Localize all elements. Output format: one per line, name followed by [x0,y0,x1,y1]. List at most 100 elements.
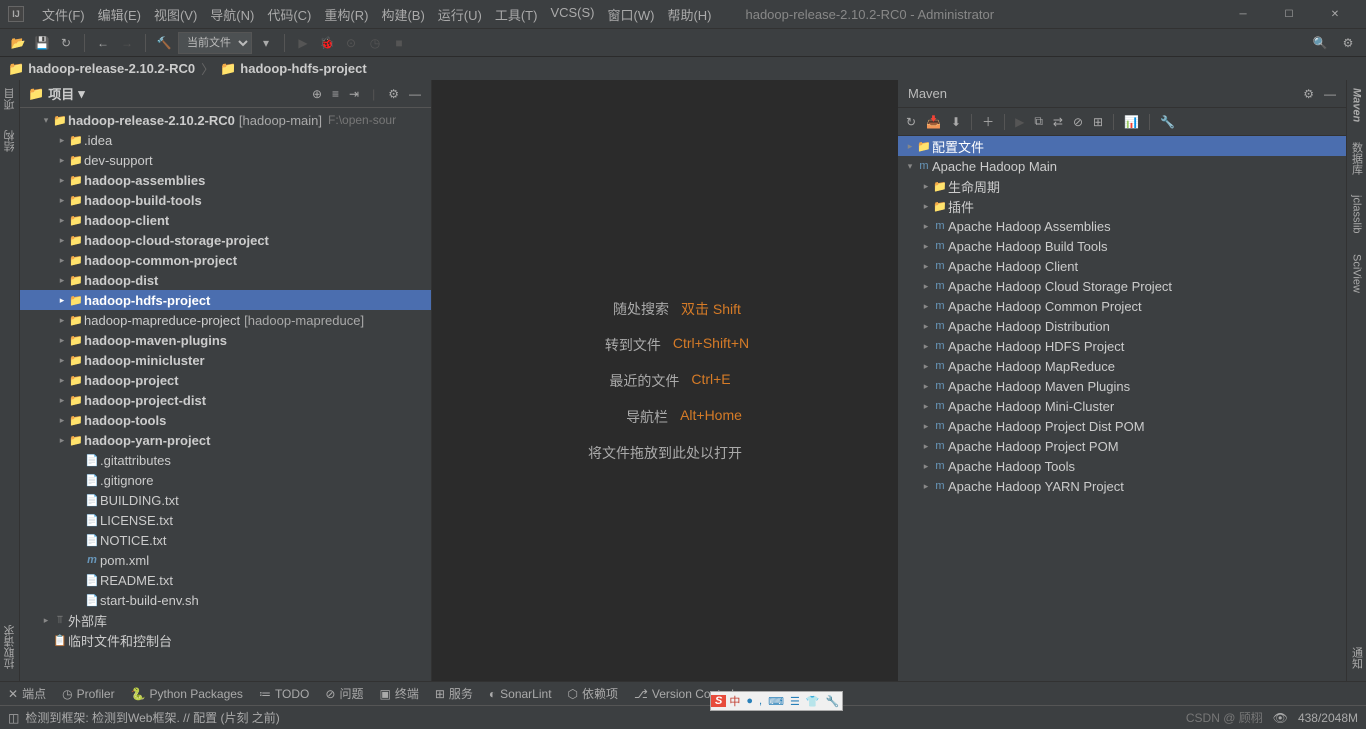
menu-run[interactable]: 运行(U) [432,3,488,26]
tree-item[interactable]: 📋临时文件和控制台 [20,630,431,650]
menu-navigate[interactable]: 导航(N) [204,3,260,26]
back-icon[interactable]: ← [93,33,113,53]
menu-build[interactable]: 构建(B) [375,3,430,26]
tree-item[interactable]: ▸📁.idea [20,130,431,150]
gear-icon[interactable]: ⚙ [1338,33,1358,53]
maven-gear-icon[interactable]: ⚙ [1303,87,1314,101]
bottom-tab-python[interactable]: 🐍 Python Packages [131,687,243,701]
tree-item[interactable]: ▸📁hadoop-mapreduce-project[hadoop-mapred… [20,310,431,330]
ime-keyboard-icon[interactable]: ⌨ [765,695,787,708]
maven-item[interactable]: ▸📁配置文件 [898,136,1346,156]
menu-help[interactable]: 帮助(H) [661,3,717,26]
maven-item[interactable]: ▸mApache Hadoop Assemblies [898,216,1346,236]
left-tab-project[interactable]: 项目 [2,84,18,114]
save-icon[interactable]: 💾 [32,33,52,53]
bottom-tab-terminal[interactable]: ▣ 终端 [379,685,418,702]
menu-tools[interactable]: 工具(T) [489,3,544,26]
inspection-icon[interactable]: 👁 [1273,711,1288,725]
memory-indicator[interactable]: 438/2048M [1298,711,1358,725]
debug-icon[interactable]: 🐞 [317,33,337,53]
ime-skin-icon[interactable]: 👕 [803,695,823,708]
tree-item[interactable]: ▸📁hadoop-cloud-storage-project [20,230,431,250]
ime-toolbar[interactable]: S 中 ● , ⌨ ☰ 👕 🔧 [710,691,843,711]
maven-hide-icon[interactable]: — [1324,87,1336,101]
maven-skip-icon[interactable]: ⊘ [1073,115,1083,129]
minimize-button[interactable]: ─ [1220,0,1266,28]
quick-access-icon[interactable]: ◫ [8,711,19,725]
tree-item[interactable]: ▸📁hadoop-assemblies [20,170,431,190]
maven-add-icon[interactable]: ＋ [982,113,994,130]
maven-reload-icon[interactable]: ↻ [906,115,916,129]
tree-item[interactable]: ▸📁dev-support [20,150,431,170]
sync-icon[interactable]: ↻ [56,33,76,53]
bottom-tab-dependencies[interactable]: ⬡ 依赖项 [568,685,619,702]
ime-comma[interactable]: , [756,695,765,707]
run-config-select[interactable]: 当前文件 [178,32,252,54]
target-icon[interactable]: ⊕ [310,85,324,103]
project-tab[interactable]: 📁 项目 ▾ [28,84,85,103]
tree-item[interactable]: ▸📁hadoop-hdfs-project [20,290,431,310]
menu-window[interactable]: 窗口(W) [602,3,661,26]
maven-item[interactable]: ▸📁插件 [898,196,1346,216]
tree-item[interactable]: ▸📁hadoop-yarn-project [20,430,431,450]
maximize-button[interactable]: ☐ [1266,0,1312,28]
tree-item[interactable]: 📄LICENSE.txt [20,510,431,530]
menu-refactor[interactable]: 重构(R) [318,3,374,26]
expand-icon[interactable]: ≡ [330,85,341,103]
bottom-tab-problems[interactable]: ⊘ 问题 [325,685,363,702]
ime-dot[interactable]: ● [743,695,756,707]
tree-item[interactable]: ▸📁hadoop-minicluster [20,350,431,370]
maven-item[interactable]: ▸mApache Hadoop Client [898,256,1346,276]
bottom-tab-profiler[interactable]: ◷ Profiler [62,687,115,701]
maven-download-icon[interactable]: ⬇ [951,115,961,129]
right-tab-jclasslib[interactable]: jclasslib [1351,191,1363,238]
ime-menu-icon[interactable]: ☰ [787,695,803,708]
maven-wrench-icon[interactable]: 🔧 [1160,115,1175,129]
tree-item[interactable]: ▸📁hadoop-dist [20,270,431,290]
maven-tree[interactable]: ▸📁配置文件▾mApache Hadoop Main▸📁生命周期▸📁插件▸mAp… [898,136,1346,681]
maven-toggle-icon[interactable]: ⇄ [1053,115,1063,129]
maven-run-icon[interactable]: ▶ [1015,115,1024,129]
tree-item[interactable]: ▸📁hadoop-client [20,210,431,230]
dropdown-icon[interactable]: ▾ [256,33,276,53]
coverage-icon[interactable]: ⊙ [341,33,361,53]
maven-item[interactable]: ▸📁生命周期 [898,176,1346,196]
maven-item[interactable]: ▸mApache Hadoop Cloud Storage Project [898,276,1346,296]
bottom-tab-todo[interactable]: ≔ TODO [259,687,309,701]
left-tab-structure[interactable]: 结构 [2,126,18,156]
ime-logo-icon[interactable]: S [711,695,726,707]
breadcrumb-child[interactable]: 📁 hadoop-hdfs-project [220,61,367,77]
maven-item[interactable]: ▾mApache Hadoop Main [898,156,1346,176]
menu-code[interactable]: 代码(C) [261,3,317,26]
maven-item[interactable]: ▸mApache Hadoop YARN Project [898,476,1346,496]
search-icon[interactable]: 🔍 [1310,33,1330,53]
breadcrumb-root[interactable]: 📁 hadoop-release-2.10.2-RC0 [8,61,195,77]
maven-graph-icon[interactable]: 📊 [1124,115,1139,129]
menu-view[interactable]: 视图(V) [148,3,203,26]
tree-item[interactable]: 📄start-build-env.sh [20,590,431,610]
tree-item[interactable]: 📄README.txt [20,570,431,590]
run-icon[interactable]: ▶ [293,33,313,53]
profile-icon[interactable]: ◷ [365,33,385,53]
bottom-tab-sonarlint[interactable]: ◐ SonarLint [489,687,552,701]
tree-item[interactable]: ▸📁hadoop-project [20,370,431,390]
bottom-tab-services[interactable]: ⊞ 服务 [435,685,473,702]
menu-vcs[interactable]: VCS(S) [544,3,600,26]
right-tab-sciview[interactable]: SciView [1351,250,1363,297]
menu-file[interactable]: 文件(F) [36,3,91,26]
menu-edit[interactable]: 编辑(E) [92,3,147,26]
right-tab-notifications[interactable]: 通知 [1349,643,1365,673]
maven-item[interactable]: ▸mApache Hadoop Distribution [898,316,1346,336]
tree-item[interactable]: ▸📁hadoop-common-project [20,250,431,270]
open-icon[interactable]: 📂 [8,33,28,53]
ime-tool-icon[interactable]: 🔧 [823,695,843,708]
tree-item[interactable]: 📄.gitattributes [20,450,431,470]
settings-icon[interactable]: ⚙ [386,85,401,103]
maven-item[interactable]: ▸mApache Hadoop MapReduce [898,356,1346,376]
maven-item[interactable]: ▸mApache Hadoop Common Project [898,296,1346,316]
tree-item[interactable]: mpom.xml [20,550,431,570]
forward-icon[interactable]: → [117,33,137,53]
maven-item[interactable]: ▸mApache Hadoop Project Dist POM [898,416,1346,436]
tree-item[interactable]: ▸📁hadoop-build-tools [20,190,431,210]
tree-item[interactable]: ▸📁hadoop-maven-plugins [20,330,431,350]
